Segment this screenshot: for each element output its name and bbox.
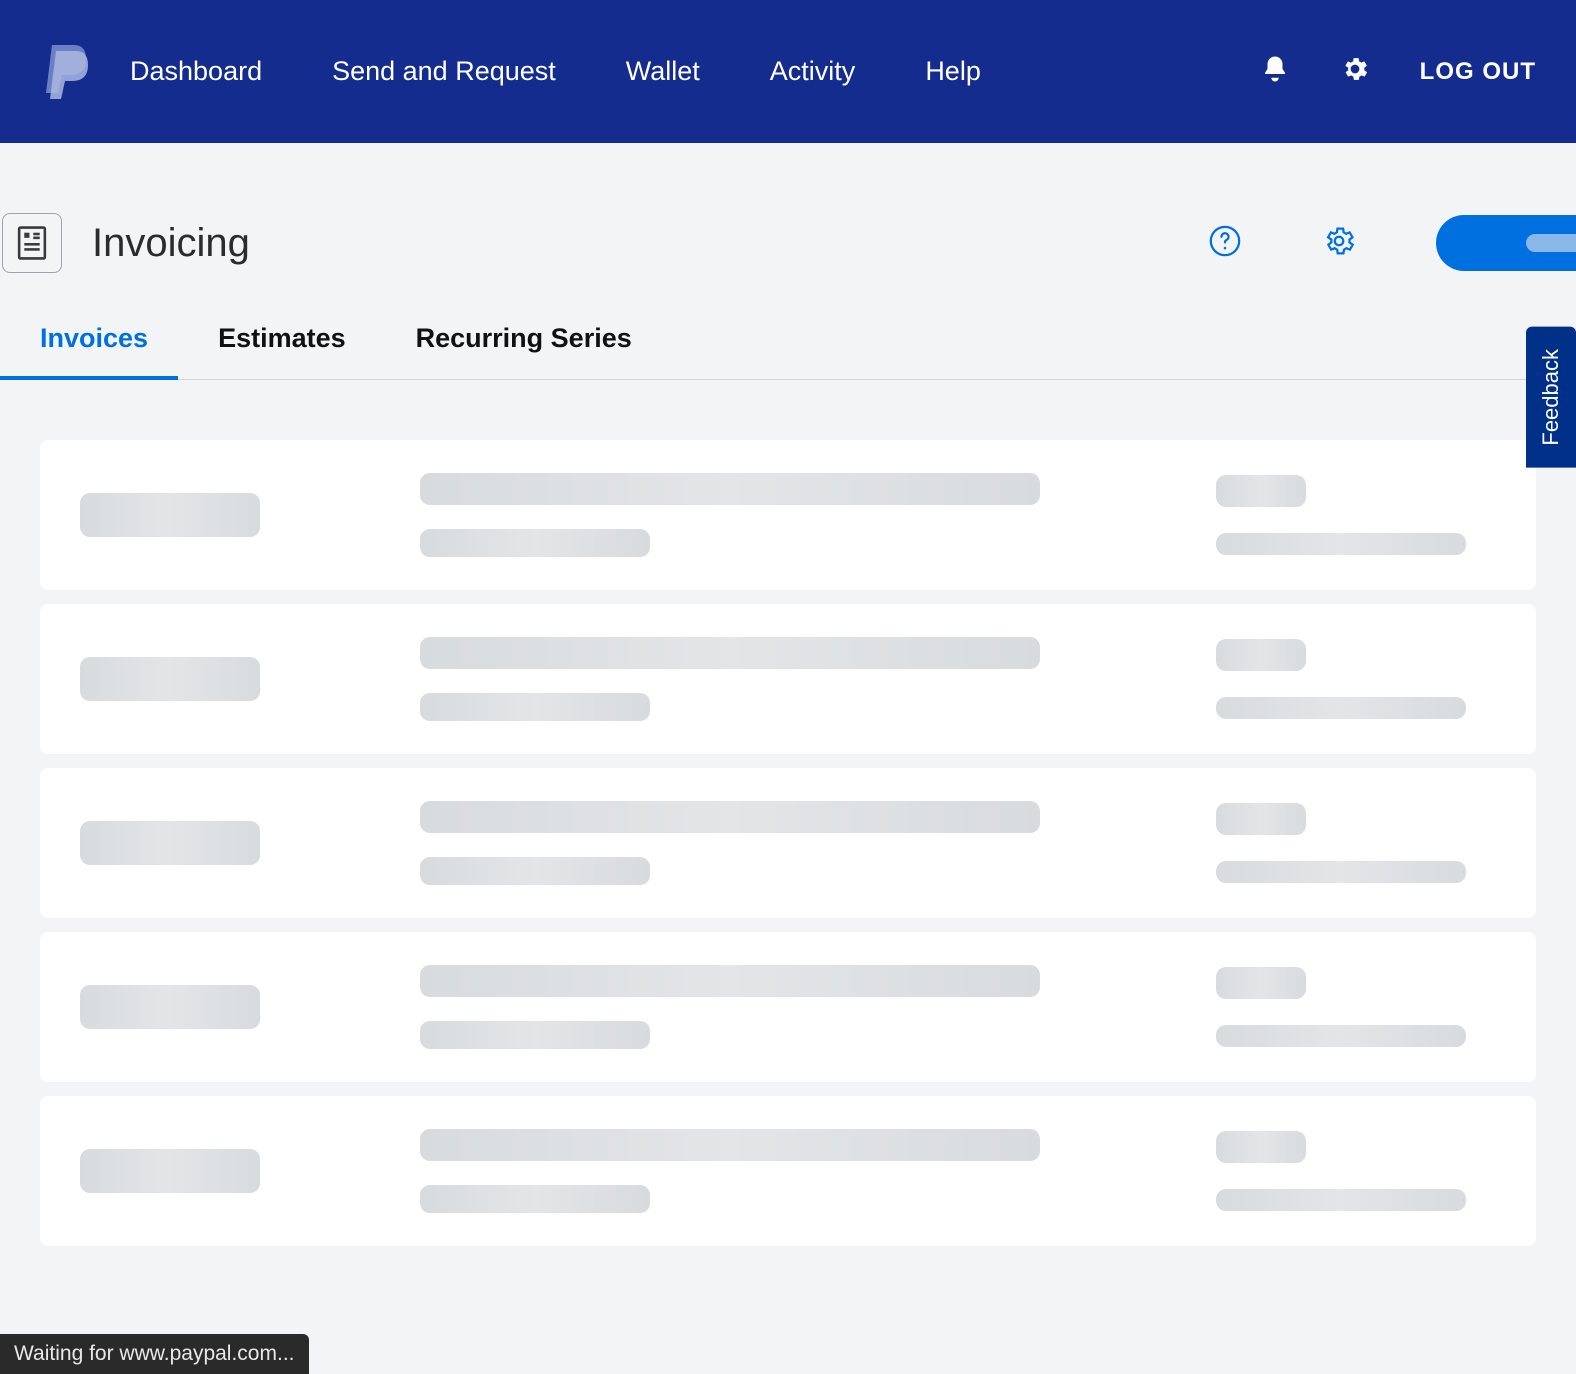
header-actions: LOG OUT xyxy=(1260,54,1536,89)
skeleton-placeholder xyxy=(1216,639,1306,671)
invoice-icon xyxy=(2,213,62,273)
skeleton-placeholder xyxy=(1216,1189,1466,1211)
skeleton-placeholder xyxy=(420,1021,650,1049)
skeleton-placeholder xyxy=(420,473,1040,505)
tab-recurring-series[interactable]: Recurring Series xyxy=(416,323,632,379)
skeleton-placeholder xyxy=(80,493,260,537)
skeleton-placeholder xyxy=(420,1129,1040,1161)
nav-activity[interactable]: Activity xyxy=(770,56,856,87)
skeleton-placeholder xyxy=(1216,475,1306,507)
list-item xyxy=(40,768,1536,918)
skeleton-placeholder xyxy=(1216,533,1466,555)
skeleton-placeholder xyxy=(1216,697,1466,719)
list-item xyxy=(40,932,1536,1082)
global-header: Dashboard Send and Request Wallet Activi… xyxy=(0,0,1576,143)
skeleton-placeholder xyxy=(80,985,260,1029)
skeleton-placeholder xyxy=(420,693,650,721)
primary-nav: Dashboard Send and Request Wallet Activi… xyxy=(130,56,1250,87)
nav-help[interactable]: Help xyxy=(925,56,981,87)
skeleton-placeholder xyxy=(1216,803,1306,835)
list-item xyxy=(40,604,1536,754)
bell-icon[interactable] xyxy=(1260,54,1290,89)
page-header: Invoicing xyxy=(0,143,1576,323)
nav-wallet[interactable]: Wallet xyxy=(626,56,700,87)
invoice-list xyxy=(0,380,1576,1246)
list-item xyxy=(40,440,1536,590)
skeleton-placeholder xyxy=(80,657,260,701)
skeleton-placeholder xyxy=(420,637,1040,669)
logout-link[interactable]: LOG OUT xyxy=(1420,58,1536,86)
nav-dashboard[interactable]: Dashboard xyxy=(130,56,262,87)
help-icon[interactable] xyxy=(1208,224,1242,263)
nav-send-and-request[interactable]: Send and Request xyxy=(332,56,556,87)
list-item xyxy=(40,1096,1536,1246)
tab-invoices[interactable]: Invoices xyxy=(40,323,148,379)
page-actions xyxy=(1208,215,1576,271)
skeleton-placeholder xyxy=(1216,1025,1466,1047)
skeleton-placeholder xyxy=(420,857,650,885)
page-title: Invoicing xyxy=(92,221,1178,266)
create-invoice-button[interactable] xyxy=(1436,215,1576,271)
skeleton-placeholder xyxy=(420,1185,650,1213)
skeleton-placeholder xyxy=(80,821,260,865)
skeleton-placeholder xyxy=(1216,1131,1306,1163)
skeleton-placeholder xyxy=(420,529,650,557)
skeleton-placeholder xyxy=(420,965,1040,997)
skeleton-placeholder xyxy=(1216,861,1466,883)
tab-estimates[interactable]: Estimates xyxy=(218,323,346,379)
skeleton-placeholder xyxy=(1216,967,1306,999)
browser-status-bar: Waiting for www.paypal.com... xyxy=(0,1334,309,1374)
settings-icon[interactable] xyxy=(1322,224,1356,263)
skeleton-placeholder xyxy=(80,1149,260,1193)
skeleton-placeholder xyxy=(420,801,1040,833)
paypal-logo[interactable] xyxy=(40,43,90,101)
loading-placeholder xyxy=(1526,234,1576,252)
tabs: Invoices Estimates Recurring Series xyxy=(0,323,1576,380)
feedback-tab[interactable]: Feedback xyxy=(1526,327,1576,468)
gear-icon[interactable] xyxy=(1340,54,1370,89)
